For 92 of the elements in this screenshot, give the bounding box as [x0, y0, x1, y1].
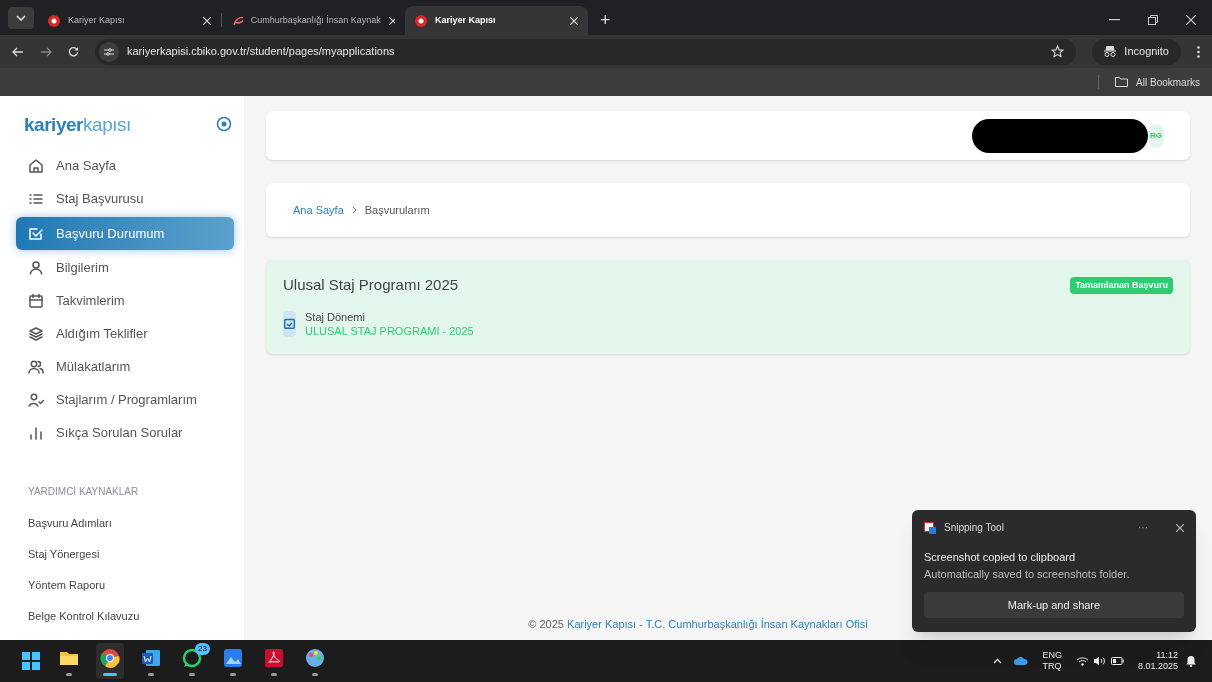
home-icon [28, 158, 44, 174]
tab-list-button[interactable] [8, 7, 34, 29]
footer-link[interactable]: Kariyer Kapısı - T.C. Cumhurbaşkanlığı İnsan Kaynakları Ofisi [567, 617, 868, 630]
toast-message: Automatically saved to screenshots folder. [924, 566, 1131, 582]
running-indicator [148, 672, 154, 676]
running-indicator [189, 672, 195, 676]
cloud-icon[interactable] [1014, 657, 1029, 665]
snipping-tool-icon [924, 521, 936, 534]
bookmark-star-icon[interactable] [1051, 45, 1065, 58]
sidebar-item[interactable]: Staj Başvurusu [16, 184, 234, 214]
sidebar-item[interactable]: Mülakatlarım [16, 352, 234, 382]
swirl-icon [232, 14, 243, 27]
sidebar-item[interactable]: Bilgilerim [16, 253, 234, 283]
site-settings-icon[interactable] [99, 41, 119, 62]
folder-icon [1115, 77, 1129, 87]
sidebar-item[interactable]: Aldığım Teklifler [16, 319, 234, 349]
minimize-icon[interactable] [1109, 19, 1120, 21]
close-icon[interactable] [570, 16, 578, 25]
language-indicator[interactable]: ENG [1042, 650, 1062, 661]
resource-link[interactable]: Belge Kontrol Kılavuzu [28, 608, 234, 626]
close-icon[interactable] [1176, 523, 1184, 532]
running-indicator [66, 672, 72, 676]
copyright-text: © 2025 [528, 617, 564, 630]
clock-time[interactable]: 11:12 [1156, 650, 1178, 661]
sidebar-item[interactable]: Stajlarım / Programlarım [16, 385, 234, 415]
restore-icon[interactable] [1148, 15, 1158, 25]
speaker-icon[interactable] [1092, 656, 1106, 666]
person-icon [28, 260, 44, 276]
person-check-icon [28, 392, 44, 408]
close-icon[interactable] [1186, 15, 1196, 25]
running-indicator [103, 672, 117, 676]
back-icon[interactable] [12, 46, 24, 57]
logo[interactable]: kariyerkapısı [24, 114, 131, 134]
status-badge: Tamamlanan Başvuru [1070, 276, 1173, 294]
section-heading: YARDIMCI KAYNAKLAR [28, 485, 140, 499]
emblem-icon [415, 14, 427, 27]
menu-icon[interactable] [1197, 45, 1200, 58]
clock-date[interactable]: 8.01.2025 [1137, 661, 1178, 672]
calendar-check-icon [283, 310, 296, 337]
resource-link[interactable]: Staj Yönergesi [28, 546, 234, 564]
all-bookmarks-link[interactable]: All Bookmarks [1136, 74, 1200, 90]
palette-icon [304, 646, 326, 669]
battery-icon[interactable] [1110, 657, 1124, 665]
toast-title: Screenshot copied to clipboard [924, 550, 1077, 565]
bell-icon[interactable] [1186, 655, 1196, 667]
url-text: kariyerkapisi.cbiko.gov.tr/student/pages/myapplications [127, 44, 396, 60]
target-icon[interactable] [216, 116, 232, 132]
breadcrumb-current: Başvurularım [364, 202, 430, 218]
forward-icon[interactable] [40, 46, 52, 57]
chevron-down-icon [16, 15, 26, 21]
pdf-icon [263, 646, 285, 669]
sidebar-item[interactable]: Takvimlerim [16, 286, 234, 316]
running-indicator [230, 672, 236, 676]
chevron-right-icon [351, 206, 357, 214]
resource-link[interactable]: Başvuru Adımları [28, 515, 234, 533]
taskbar-app-button[interactable] [96, 643, 124, 679]
close-icon[interactable] [388, 16, 395, 25]
windows-logo-icon[interactable] [20, 650, 42, 672]
sidebar-item[interactable]: Ana Sayfa [16, 151, 234, 181]
incognito-icon [1104, 46, 1117, 57]
field-label: Staj Dönemi [305, 309, 366, 324]
list-icon [28, 191, 44, 207]
new-tab-button[interactable]: + [600, 11, 611, 29]
breadcrumb-link[interactable]: Ana Sayfa [293, 201, 344, 219]
emblem-icon [48, 14, 60, 27]
chevron-up-icon[interactable] [993, 658, 1003, 664]
notification-count: 23 [195, 643, 210, 655]
more-options-button[interactable]: ··· [1138, 520, 1148, 535]
running-indicator [312, 672, 318, 676]
people-icon [28, 359, 44, 375]
field-value: ULUSAL STAJ PROGRAMI - 2025 [305, 323, 474, 338]
browser-icon [99, 646, 121, 669]
resource-link[interactable]: Yöntem Raporu [28, 577, 234, 595]
reload-icon[interactable] [68, 46, 79, 57]
sidebar-item[interactable]: Sıkça Sorulan Sorular [16, 418, 234, 448]
address-bar[interactable]: kariyerkapisi.cbiko.gov.tr/student/pages/myapplications [95, 38, 1077, 65]
browser-tab[interactable]: Kariyer Kapısı [405, 6, 588, 35]
running-indicator [271, 672, 277, 676]
keyboard-layout-indicator[interactable]: TRQ [1042, 661, 1062, 672]
bar-chart-icon [28, 425, 44, 441]
sidebar-item[interactable]: Başvuru Durumum [16, 217, 234, 250]
checkbox-icon [28, 225, 44, 242]
mark-up-and-share-button[interactable]: Mark-up and share [924, 592, 1184, 618]
incognito-button[interactable]: Incognito [1092, 38, 1181, 65]
calendar-icon [28, 293, 44, 309]
close-icon[interactable] [203, 16, 211, 25]
wifi-icon[interactable] [1075, 656, 1089, 666]
photo-icon [222, 646, 244, 669]
application-card[interactable]: Ulusal Staj Programı 2025 Tamamlanan Başvuru Staj Dönemi ULUSAL STAJ PROGRAMI - 2025 [266, 260, 1190, 354]
toast-app-name: Snipping Tool [944, 521, 1005, 535]
application-title: Ulusal Staj Programı 2025 [283, 275, 459, 295]
layers-icon [28, 326, 44, 342]
